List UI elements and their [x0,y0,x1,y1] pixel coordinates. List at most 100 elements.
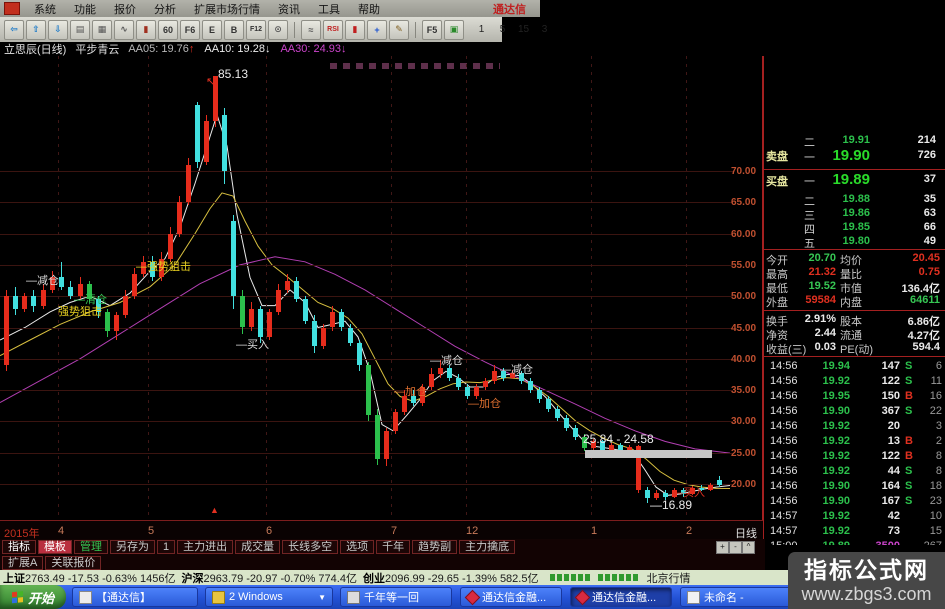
separator-icon [294,21,295,38]
activity-block [550,573,556,581]
candle [474,386,479,397]
candle [348,327,353,344]
tick-count: 16 [929,390,942,402]
period-button-5[interactable]: 5 [495,22,510,38]
bottom-tab-千年[interactable]: 千年 [376,540,411,554]
pencil-icon[interactable]: ✎ [389,19,409,40]
price-tick-label: 40.00 [731,353,757,365]
panel-button-2[interactable]: ^ [742,541,755,554]
menu-item-2[interactable]: 报价 [105,1,145,17]
taskbar-button-label: 2 Windows [229,591,283,603]
tick-count: 8 [935,465,942,477]
windows-flag-icon [11,591,17,597]
tick-direction: S [905,465,913,477]
menu-item-6[interactable]: 工具 [309,1,349,17]
taskbar-button-5[interactable]: 未命名 - [680,587,798,607]
tick-volume: 164 [881,480,900,492]
bottom-tab-主力进出[interactable]: 主力进出 [177,540,234,554]
index-quote-沪深: 沪深2963.79 -20.97 -0.70% 774.4亿 [181,572,357,585]
bottom-tab-管理[interactable]: 管理 [74,540,108,554]
candle [321,327,326,347]
candle [258,308,263,337]
price-gridline [0,358,733,360]
tick-count: 15 [929,525,942,537]
menu-item-3[interactable]: 分析 [145,1,185,17]
menu-items: 系统 功能 报价 分析 扩展市场行情 资讯 工具 帮助 [25,1,389,17]
bottom-tab-1[interactable]: 1 [157,540,176,554]
activity-block [619,573,625,581]
tick-count: 18 [929,480,942,492]
period-button-3[interactable]: 3 [537,22,552,38]
candle [375,415,380,459]
tick-count: 11 [930,375,942,387]
period-button-15[interactable]: 15 [516,22,531,38]
candle [13,296,18,309]
f5-button[interactable]: F5 [422,19,442,40]
minute-60-icon[interactable]: 60 [158,19,178,40]
candlestick-chart[interactable]: 85.13 ↖ —减仓 —清仓 强势狙击 —强势狙击 —买入 —减仓 —减仓 —加仓 —加仓 25.8… [0,56,733,520]
e-icon[interactable]: E [202,19,222,40]
red-candle-icon[interactable]: ▮ [345,19,365,40]
tick-price: 19.92 [822,465,850,477]
stat-value: 64611 [910,294,940,306]
activity-block [605,573,611,581]
wave-icon[interactable]: ≈ [301,19,321,40]
candle [564,418,569,428]
stat-label: PE(动) [840,344,873,356]
month-gridline [266,56,267,520]
start-button[interactable]: 开始 [0,585,66,609]
bottom-tab-趋势副[interactable]: 趋势副 [412,540,458,554]
menu-item-4[interactable]: 扩展市场行情 [185,1,269,17]
tick-time: 14:56 [770,495,798,507]
clock-icon[interactable]: ⊙ [268,19,288,40]
price-tick-label: 20.00 [731,479,757,490]
line-chart-icon[interactable]: ∿ [114,19,134,40]
tick-volume: 122 [881,375,900,387]
taskbar-button-3[interactable]: 通达信金融... [460,587,562,607]
bottom-tab-成交量[interactable]: 成交量 [235,540,281,554]
down-arrow-icon[interactable]: ⇩ [48,19,68,40]
back-arrow-icon[interactable]: ⇦ [4,19,24,40]
indicator-name: 平步青云 [75,44,120,56]
panel-button-1[interactable]: - [729,541,742,554]
rsi-icon[interactable]: RSI [323,19,343,40]
menu-item-1[interactable]: 功能 [65,1,105,17]
quote-price: 19.90 [832,147,870,164]
taskbar-button-4[interactable]: 通达信金融... [570,587,672,607]
period-button-1[interactable]: 1 [474,22,489,38]
chart-annotation-5: —强势狙击 [136,261,191,273]
menu-item-7[interactable]: 帮助 [349,1,389,17]
chart-annotation-10: —加仓 [468,398,501,410]
image-button[interactable]: ▣ [444,19,464,40]
menu-item-0[interactable]: 系统 [25,1,65,17]
chart-annotation-6: —买入 [236,339,269,351]
candle-chart-icon[interactable]: ▮ [136,19,156,40]
taskbar-button-1[interactable]: 2 Windows ▼ [205,587,333,607]
taskbar-button-0[interactable]: 【通达信】 [72,587,198,607]
panel-button-0[interactable]: + [716,541,729,554]
tick-count: 10 [929,510,942,522]
bottom-tab-长线多空[interactable]: 长线多空 [282,540,339,554]
up-arrow-icon[interactable]: ⇧ [26,19,46,40]
report-icon[interactable]: ▤ [70,19,90,40]
bottom-tab-关联报价[interactable]: 关联报价 [45,555,102,570]
menu-item-5[interactable]: 资讯 [269,1,309,17]
move-cross-icon[interactable]: + [367,19,387,40]
bottom-tab-指标[interactable]: 指标 [2,540,36,554]
candle [249,308,254,328]
bottom-tab-另存为[interactable]: 另存为 [110,540,155,554]
bottom-tab-模板[interactable]: 模板 [38,540,72,554]
b-icon[interactable]: B [224,19,244,40]
taskbar-button-2[interactable]: 千年等一回 [340,587,452,607]
bottom-tab-主力擒底[interactable]: 主力擒底 [459,540,516,554]
quote-volume: 35 [923,193,936,205]
tick-volume: 167 [881,495,900,507]
volume-bars-icon[interactable]: ▦ [92,19,112,40]
month-tick-label: 7 [391,525,398,537]
chart-annotation-14: ▲ [210,505,219,515]
bottom-tab-选项[interactable]: 选项 [340,540,375,554]
f6-icon[interactable]: F6 [180,19,200,40]
month-gridline [466,56,467,520]
f12-icon[interactable]: F12 [246,19,266,40]
bottom-tab-扩展A[interactable]: 扩展A [2,555,44,570]
